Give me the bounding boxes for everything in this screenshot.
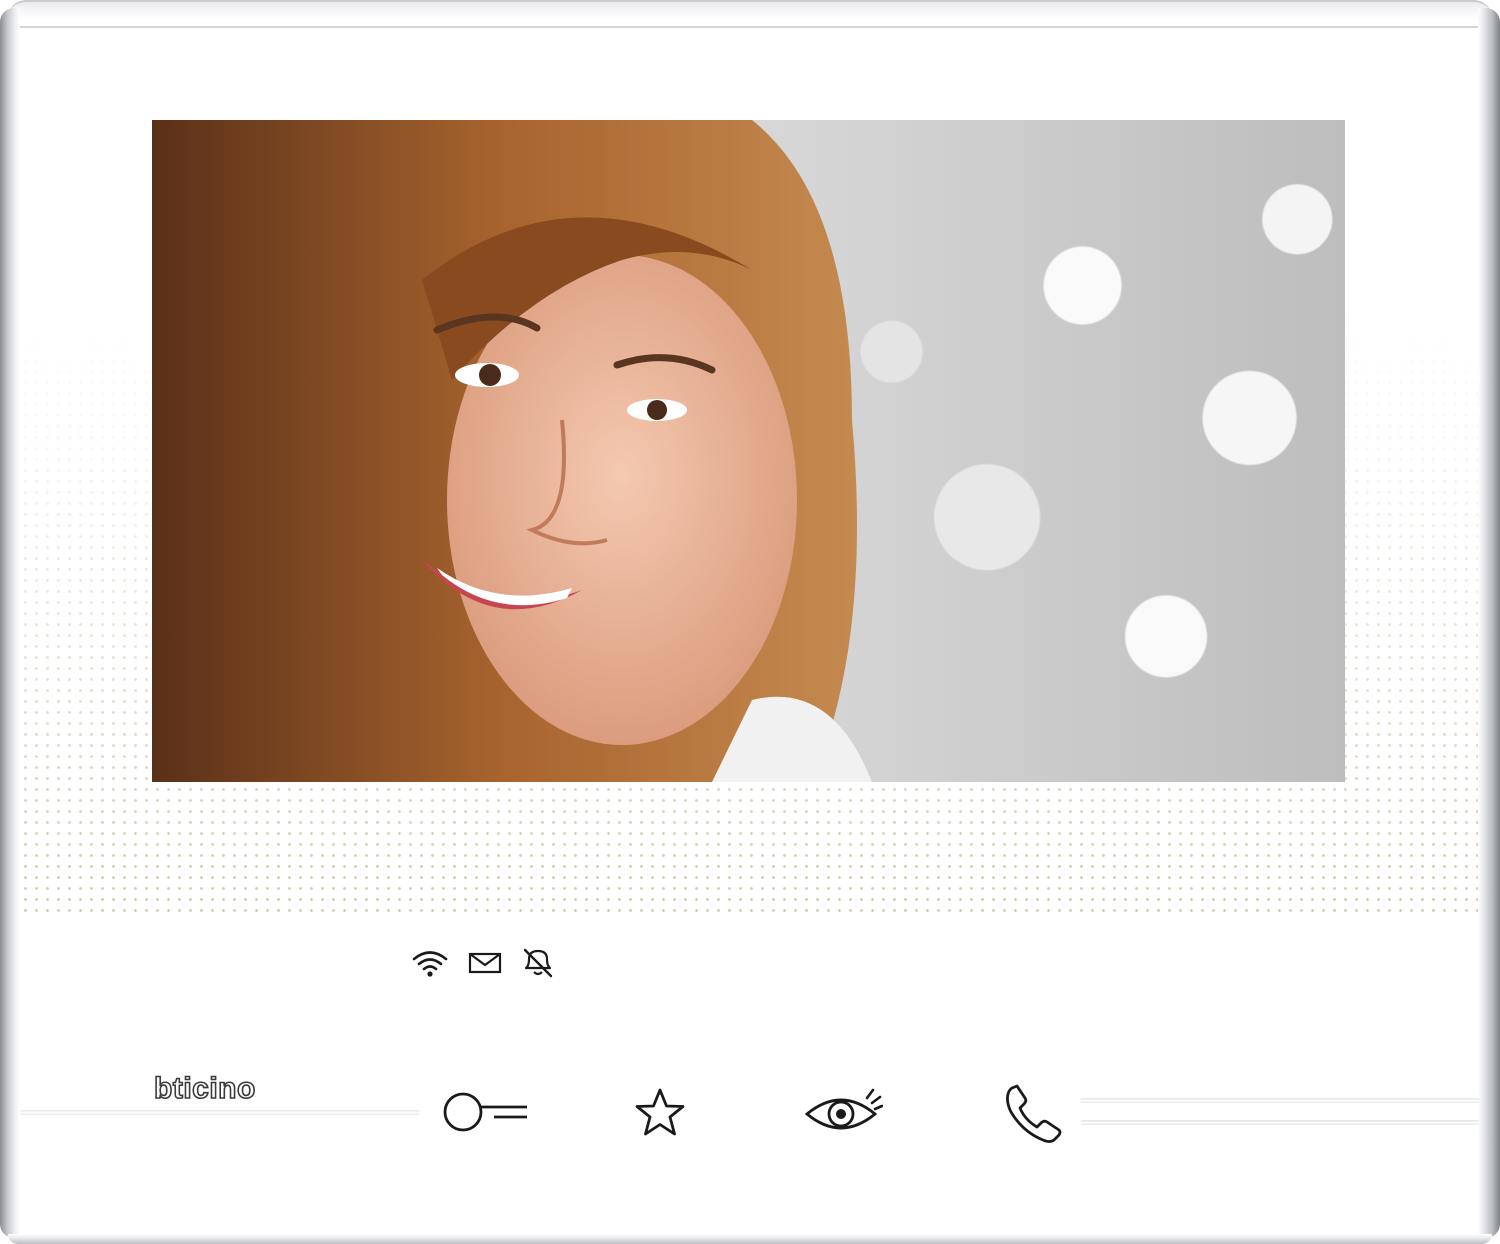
device-top-line — [20, 26, 1478, 28]
phone-handset-icon — [1006, 1084, 1062, 1143]
status-icons-row — [410, 946, 556, 980]
brand-logo: bticino — [153, 1072, 256, 1105]
left-groove — [20, 1110, 420, 1115]
favorites-button[interactable] — [630, 1086, 690, 1138]
envelope-icon — [468, 951, 502, 975]
device-left-frame — [0, 8, 20, 1238]
camera-view-button[interactable] — [800, 1082, 886, 1138]
intercom-device: bticino — [0, 0, 1500, 1244]
door-lock-key-icon — [443, 1092, 527, 1132]
door-unlock-button[interactable] — [432, 1086, 532, 1138]
right-groove-top — [1080, 1098, 1480, 1103]
eye-icon — [804, 1088, 883, 1130]
visitor-portrait-image — [152, 120, 872, 782]
device-right-frame — [1478, 8, 1500, 1238]
right-groove-bottom — [1080, 1120, 1480, 1125]
star-icon — [635, 1088, 685, 1136]
device-bottom-edge — [8, 1234, 1492, 1244]
video-screen — [152, 120, 1345, 782]
bell-muted-icon — [520, 946, 556, 980]
answer-call-button[interactable] — [1000, 1080, 1066, 1146]
wifi-icon — [410, 947, 450, 979]
